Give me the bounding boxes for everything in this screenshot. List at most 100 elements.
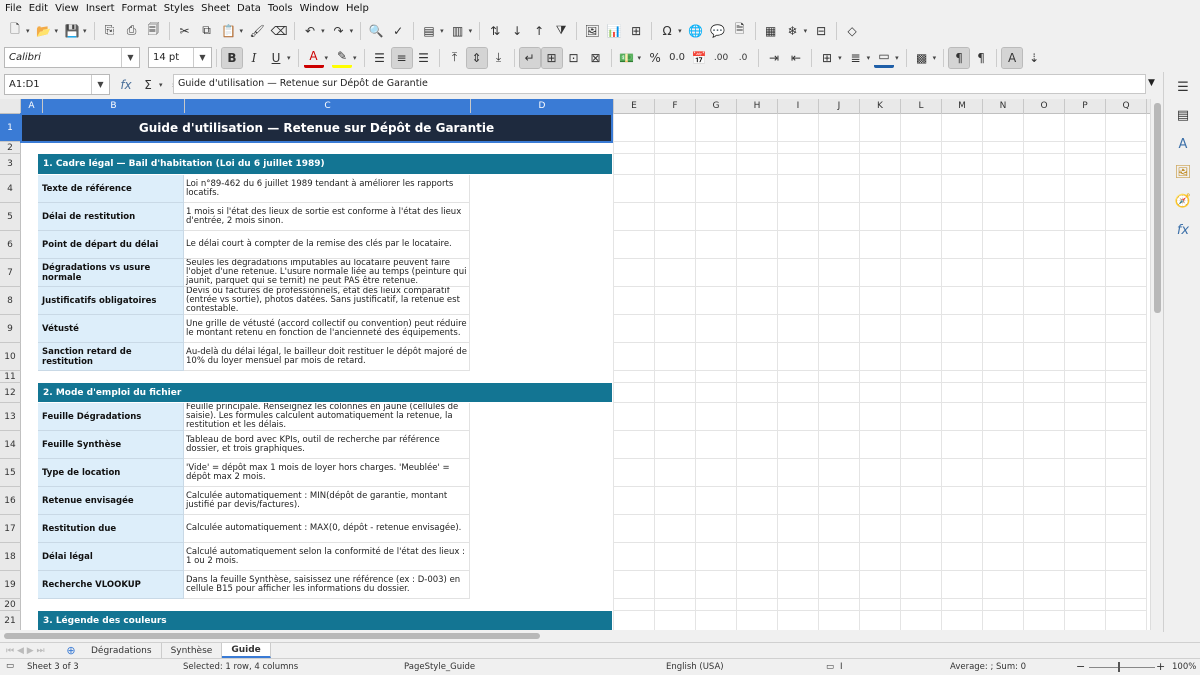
- menu-item-insert[interactable]: Insert: [85, 3, 121, 14]
- undo-dropdown-icon[interactable]: ▾: [321, 27, 325, 35]
- bold-icon[interactable]: B: [221, 46, 243, 69]
- special-character-dropdown-icon[interactable]: ▾: [678, 27, 682, 35]
- column-header-o[interactable]: O: [1024, 99, 1065, 114]
- add-sheet-icon[interactable]: ⊕: [60, 644, 82, 657]
- section-2-label[interactable]: Délai légal: [38, 543, 184, 571]
- section-1-label[interactable]: Délai de restitution: [38, 203, 184, 231]
- clear-formatting-icon[interactable]: ⌫: [269, 21, 289, 41]
- menu-item-help[interactable]: Help: [345, 3, 375, 14]
- menu-item-format[interactable]: Format: [121, 3, 163, 14]
- row-header-14[interactable]: 14: [0, 431, 21, 459]
- row-header-13[interactable]: 13: [0, 403, 21, 431]
- section-2-value[interactable]: Tableau de bord avec KPIs, outil de rech…: [184, 431, 470, 459]
- borders-icon[interactable]: ⊞: [817, 48, 837, 68]
- section-2-label[interactable]: Feuille Synthèse: [38, 431, 184, 459]
- paste-dropdown-icon[interactable]: ▾: [240, 27, 244, 35]
- unmerge-cells-icon[interactable]: ⊠: [586, 48, 606, 68]
- copy-icon[interactable]: ⧉: [197, 21, 217, 41]
- align-left-icon[interactable]: ☰: [370, 48, 390, 68]
- percent-format-icon[interactable]: %: [645, 48, 665, 68]
- menu-item-data[interactable]: Data: [236, 3, 267, 14]
- column-header-l[interactable]: L: [901, 99, 942, 114]
- align-top-icon[interactable]: ⤒: [445, 48, 465, 68]
- row-header-20[interactable]: 20: [0, 599, 21, 611]
- sort-descending-icon[interactable]: ↑: [529, 21, 549, 41]
- tab-nav-buttons[interactable]: ⏮ ◀ ▶ ⏭: [0, 646, 60, 656]
- decrease-indent-icon[interactable]: ⇤: [786, 48, 806, 68]
- select-all-corner[interactable]: [0, 99, 21, 114]
- column-header-h[interactable]: H: [737, 99, 778, 114]
- horizontal-scrollbar[interactable]: [0, 630, 1163, 642]
- section-2-label[interactable]: Restitution due: [38, 515, 184, 543]
- section-1-label[interactable]: Vétusté: [38, 315, 184, 343]
- hamburger-menu-icon[interactable]: ☰: [1174, 78, 1192, 96]
- properties-icon[interactable]: ▤: [1174, 106, 1192, 124]
- menu-item-tools[interactable]: Tools: [267, 3, 299, 14]
- print-icon[interactable]: ⎙: [122, 21, 142, 41]
- redo-dropdown-icon[interactable]: ▾: [350, 27, 354, 35]
- row-header-18[interactable]: 18: [0, 543, 21, 571]
- section-1-label[interactable]: Point de départ du délai: [38, 231, 184, 259]
- column-header-a[interactable]: A: [21, 99, 43, 114]
- row-header-17[interactable]: 17: [0, 515, 21, 543]
- chevron-down-icon[interactable]: ▼: [121, 48, 139, 67]
- conditional-format-icon[interactable]: ▩: [912, 48, 932, 68]
- increase-indent-icon[interactable]: ⇥: [764, 48, 784, 68]
- paste-icon[interactable]: 📋: [219, 21, 239, 41]
- underline-icon[interactable]: U: [266, 48, 286, 68]
- new-icon[interactable]: 🗋: [5, 21, 25, 41]
- border-style-dropdown-icon[interactable]: ▾: [867, 54, 871, 62]
- row-header-15[interactable]: 15: [0, 459, 21, 487]
- sheet-tab[interactable]: Guide: [222, 643, 271, 658]
- styles-icon[interactable]: A: [1174, 135, 1192, 153]
- menu-item-file[interactable]: File: [4, 3, 28, 14]
- save-icon[interactable]: 💾: [62, 21, 82, 41]
- align-middle-icon[interactable]: ⇕: [465, 46, 488, 69]
- number-format-icon[interactable]: 0.0: [667, 48, 687, 68]
- section-1-label[interactable]: Texte de référence: [38, 175, 184, 203]
- column-icon[interactable]: ▥: [448, 21, 468, 41]
- row-header-19[interactable]: 19: [0, 571, 21, 599]
- sum-icon[interactable]: Σ: [138, 75, 158, 95]
- borders-dropdown-icon[interactable]: ▾: [838, 54, 842, 62]
- row-header-10[interactable]: 10: [0, 343, 21, 371]
- row-icon[interactable]: ▤: [419, 21, 439, 41]
- section-1-value[interactable]: Loi n°89-462 du 6 juillet 1989 tendant à…: [184, 175, 470, 203]
- undo-icon[interactable]: ↶: [300, 21, 320, 41]
- section-2-value[interactable]: Calculée automatiquement : MIN(dépôt de …: [184, 487, 470, 515]
- section-1-value[interactable]: Au-delà du délai légal, le bailleur doit…: [184, 343, 470, 371]
- column-header-d[interactable]: D: [471, 99, 614, 114]
- print-preview-icon[interactable]: 🗐: [144, 21, 164, 41]
- spelling-icon[interactable]: ✓: [388, 21, 408, 41]
- vertical-scroll-thumb[interactable]: [1154, 103, 1161, 313]
- section-2-value[interactable]: Calculée automatiquement : MAX(0, dépôt …: [184, 515, 470, 543]
- hyperlink-icon[interactable]: 🌐: [686, 21, 706, 41]
- column-header-e[interactable]: E: [614, 99, 655, 114]
- section-2-value[interactable]: Dans la feuille Synthèse, saisissez une …: [184, 571, 470, 599]
- conditional-dropdown-icon[interactable]: ▾: [933, 54, 937, 62]
- section-2-value[interactable]: Calculé automatiquement selon la conform…: [184, 543, 470, 571]
- zoom-in-icon[interactable]: +: [1156, 660, 1165, 673]
- section-2-label[interactable]: Feuille Dégradations: [38, 403, 184, 431]
- section-2-value[interactable]: 'Vide' = dépôt max 1 mois de loyer hors …: [184, 459, 470, 487]
- sum-dropdown-icon[interactable]: ▾: [159, 81, 163, 89]
- currency-format-icon[interactable]: 💵: [617, 48, 637, 68]
- border-color-icon[interactable]: ▭: [874, 48, 895, 68]
- wrap-text-icon[interactable]: ↵: [518, 46, 541, 69]
- section-2-label[interactable]: Type de location: [38, 459, 184, 487]
- expand-formula-bar-icon[interactable]: ▼: [1148, 78, 1155, 88]
- spreadsheet-grid[interactable]: ABCDEFGHIJKLMNOPQ 1 2 3 4 5 6 7 8 9 10 11 12 13 14 15 1…: [0, 99, 1150, 630]
- row-header-2[interactable]: 2: [0, 142, 21, 154]
- row-header-11[interactable]: 11: [0, 371, 21, 383]
- chevron-down-icon[interactable]: ▼: [91, 75, 109, 94]
- sheet-tab[interactable]: Synthèse: [162, 643, 223, 658]
- merge-center-icon[interactable]: ⊞: [540, 46, 563, 69]
- column-header-g[interactable]: G: [696, 99, 737, 114]
- border-color-dropdown-icon[interactable]: ▾: [895, 54, 899, 62]
- text-vertical-icon[interactable]: ⇣: [1024, 48, 1044, 68]
- name-box[interactable]: A1:D1 ▼: [4, 74, 110, 95]
- column-header-m[interactable]: M: [942, 99, 983, 114]
- delete-decimal-icon[interactable]: .0: [733, 48, 753, 68]
- highlight-color-icon[interactable]: ✎: [332, 48, 353, 68]
- section-2-label[interactable]: Recherche VLOOKUP: [38, 571, 184, 599]
